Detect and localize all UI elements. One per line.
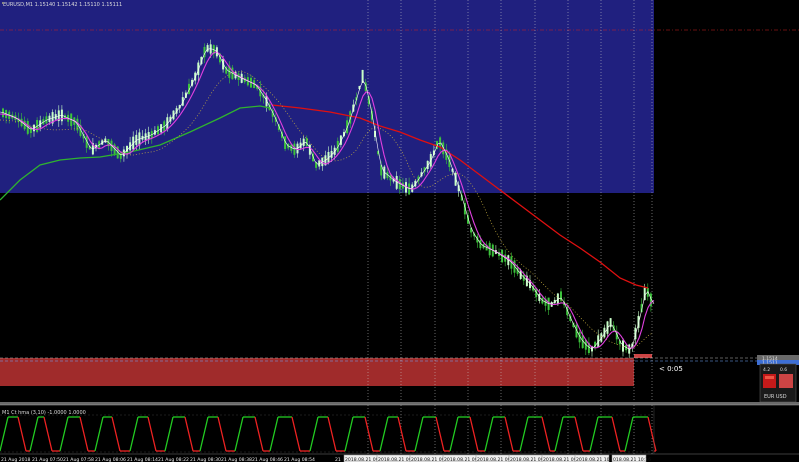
candle-body: [206, 45, 209, 52]
widget-bar-highlight: [765, 376, 774, 379]
time-label: 2018.08.21 09:: [510, 457, 546, 462]
time-label: 21 Aug 08:46: [252, 457, 283, 462]
time-label: 21 Aug 07:50: [32, 457, 63, 462]
widget-bar-right: [779, 374, 793, 388]
time-label: 2018.08.21 10:07: [576, 457, 617, 462]
time-label: 2018.08.21 09:: [444, 457, 480, 462]
time-label: 21 Aug 08:54: [284, 457, 315, 462]
price-chart[interactable]: EURUSD,M1 1.15140 1.15142 1.15110 1.1511…: [0, 0, 799, 462]
pane-separator[interactable]: [0, 402, 799, 405]
time-label: 21 Aug 2018: [1, 457, 31, 462]
support-zone-edge: [634, 354, 652, 358]
candle-body: [293, 143, 296, 155]
time-label: 2018.08.21 09:: [345, 457, 381, 462]
trading-chart-window[interactable]: EURUSD,M1 1.15140 1.15142 1.15110 1.1511…: [0, 0, 799, 462]
chart-header: EURUSD,M1 1.15140 1.15142 1.15110 1.1511…: [3, 2, 122, 8]
time-label: 018.08.21 10:16: [613, 457, 651, 462]
time-label: 21 Aug 08:22: [158, 457, 189, 462]
candle-body: [302, 138, 305, 146]
support-zone: [0, 358, 634, 386]
time-label: 21 Aug 07:58: [63, 457, 94, 462]
widget-value-right: 0.6: [780, 367, 787, 373]
time-label: 21 Aug 08:06: [95, 457, 126, 462]
chart-corner-icon: [2, 2, 4, 4]
time-label: 21 Aug 08:38: [221, 457, 252, 462]
candle-body: [439, 137, 442, 147]
currency-strength-widget[interactable]: 4.2 0.6 EUR USD: [759, 363, 797, 403]
widget-label: EUR USD: [764, 394, 787, 400]
bar-countdown: < 0:05: [659, 365, 683, 373]
time-label: 21 Aug 08:30: [190, 457, 221, 462]
time-label: 21: [335, 457, 341, 462]
widget-value-left: 4.2: [763, 367, 770, 373]
time-label: 21 Aug 08:14: [127, 457, 158, 462]
